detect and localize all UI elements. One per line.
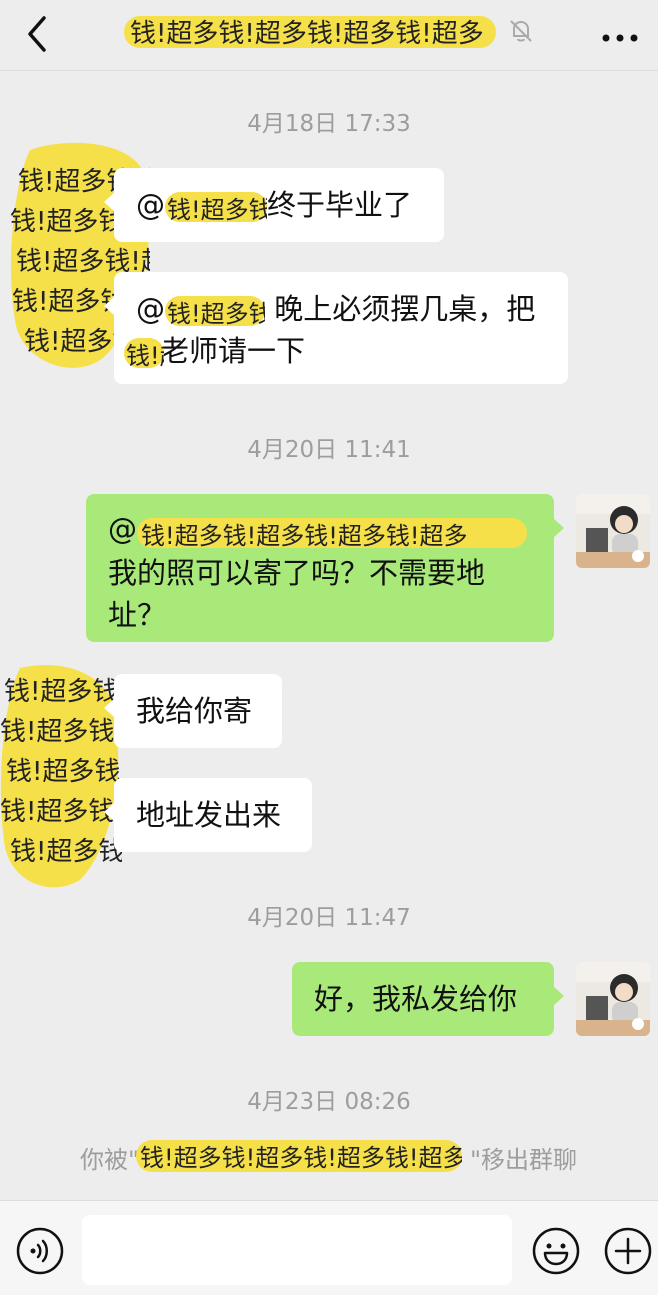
voice-icon[interactable]: [16, 1227, 64, 1275]
timestamp: 4月20日 11:41: [247, 437, 411, 463]
mention-at: @: [108, 512, 137, 546]
system-redaction-text: 钱!超多钱!超多钱!超多钱!超多: [140, 1144, 462, 1172]
message-input[interactable]: [82, 1215, 512, 1285]
timestamp: 4月23日 08:26: [247, 1089, 411, 1115]
timestamp: 4月20日 11:47: [247, 905, 411, 931]
message-text: 址？: [108, 598, 167, 632]
title-redaction-text: 钱!超多钱!超多钱!超多钱!超多: [130, 19, 484, 49]
message-bubble-right[interactable]: 好，我私发给你: [292, 962, 564, 1036]
bell-off-icon: [508, 18, 534, 44]
mention-redaction-text: 钱!超多钱!超多钱!超多钱!超多: [167, 196, 267, 224]
chat-title-redaction[interactable]: 钱!超多钱!超多钱!超多钱!超多: [122, 10, 498, 54]
mention-redaction: 钱!超多钱!超多钱!超多钱!超多: [124, 330, 164, 372]
message-bubble-left[interactable]: 我给你寄: [104, 674, 282, 748]
message-bubble-right[interactable]: @ 钱!超多钱!超多钱!超多钱!超多 我的照可以寄了吗？不需要地 址？: [86, 494, 564, 642]
message-text: 好，我私发给你: [314, 982, 518, 1016]
mention-redaction: 钱!超多钱!超多钱!超多钱!超多: [165, 288, 265, 330]
avatar-self[interactable]: [576, 962, 650, 1036]
system-notice-redaction: 钱!超多钱!超多钱!超多钱!超多: [136, 1132, 462, 1176]
avatar[interactable]: 钱!超多钱!超多钱!超多钱!超多 钱!超多钱!超多钱!超多钱!超多 钱!超多钱!…: [0, 660, 122, 892]
message-text: 终于毕业了: [267, 188, 413, 222]
mention-redaction: 钱!超多钱!超多钱!超多钱!超多: [137, 508, 527, 552]
message-text: 地址发出来: [136, 798, 282, 832]
mention-redaction-text: 钱!超多钱!超多钱!超多钱!超多: [141, 522, 467, 550]
avatar-redaction-text: 钱!超多钱!超多钱!超多钱!超多: [10, 837, 122, 867]
plus-circle-icon[interactable]: [604, 1227, 652, 1275]
system-notice-prefix: 你被": [80, 1146, 140, 1174]
avatar-redaction-text: 钱!超多钱!超多钱!超多钱!超多: [0, 717, 122, 747]
mention-redaction-text: 钱!超多钱!超多钱!超多钱!超多: [167, 300, 265, 328]
chevron-left-icon[interactable]: [22, 14, 54, 54]
timestamp: 4月18日 17:33: [247, 111, 411, 137]
input-bar: [0, 1200, 658, 1295]
mention-at: @: [136, 188, 165, 222]
smiley-icon[interactable]: [532, 1227, 580, 1275]
avatar-redaction-text: 钱!超多钱!超多钱!超多钱!超多: [6, 757, 122, 787]
ellipsis-icon[interactable]: [600, 28, 640, 42]
message-text: 晚上必须摆几桌，把: [274, 292, 536, 326]
message-text: 老师请一下: [160, 334, 306, 368]
message-text: 我给你寄: [136, 694, 253, 728]
message-bubble-left[interactable]: 地址发出来: [104, 778, 312, 852]
message-bubble-left[interactable]: @钱!超多钱!超多钱!超多钱!超多 晚上必须摆几桌，把 钱!超多钱!超多钱!超多…: [104, 272, 568, 384]
avatar-self[interactable]: [576, 494, 650, 568]
chat-header: 钱!超多钱!超多钱!超多钱!超多: [0, 0, 658, 71]
mention-redaction: 钱!超多钱!超多钱!超多钱!超多: [165, 184, 267, 226]
message-bubble-left[interactable]: @钱!超多钱!超多钱!超多钱!超多终于毕业了: [104, 168, 444, 242]
mention-at: @: [136, 292, 165, 326]
mention-redaction-text: 钱!超多钱!超多钱!超多钱!超多: [126, 342, 164, 370]
system-notice-suffix: "移出群聊: [470, 1146, 578, 1174]
message-text: 我的照可以寄了吗？不需要地: [108, 556, 486, 590]
